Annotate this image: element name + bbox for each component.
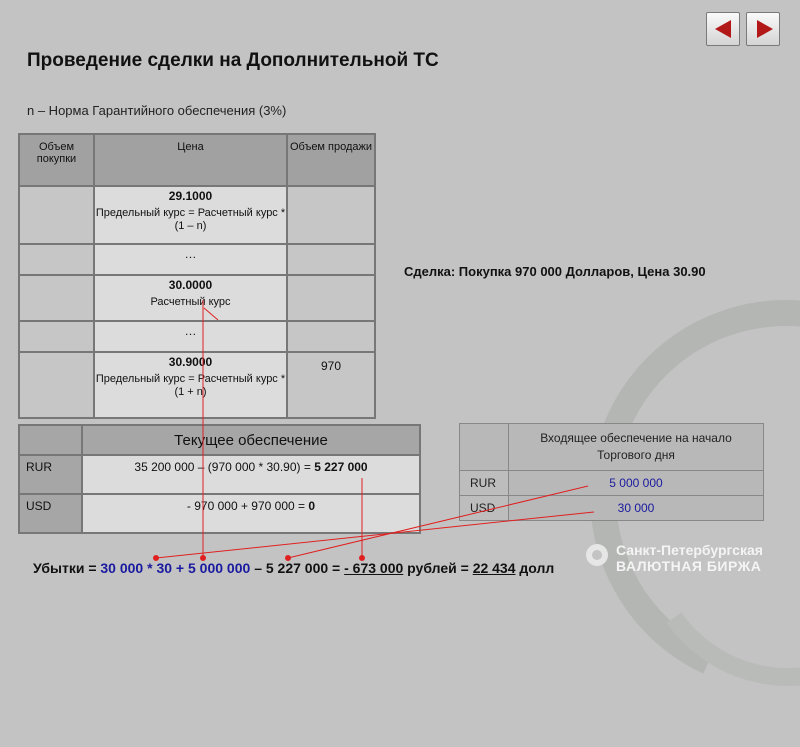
subtitle: n – Норма Гарантийного обеспечения (3%) — [27, 103, 287, 118]
current-collateral-title: Текущее обеспечение — [81, 424, 421, 456]
sell-volume-cell — [286, 320, 376, 353]
incoming-value: 30 000 — [508, 495, 764, 521]
order-book-table: Объем покупки Цена Объем продажи 29.1000… — [18, 133, 376, 419]
buy-volume-cell — [18, 243, 95, 276]
price-cell: 30.9000 Предельный курс = Расчетный курс… — [93, 351, 288, 419]
sell-volume-value: 970 — [320, 359, 342, 373]
incoming-collateral-title: Входящее обеспечение на начало Торгового… — [508, 423, 764, 471]
ellipsis-text: … — [184, 247, 197, 261]
price-cell: … — [93, 243, 288, 276]
next-slide-button[interactable] — [746, 12, 780, 46]
price-description: Предельный курс = Расчетный курс * (1 – … — [95, 207, 286, 232]
table-row: USD - 970 000 + 970 000 = 0 — [18, 493, 421, 534]
ellipsis-text: … — [184, 324, 197, 338]
price-description: Предельный курс = Расчетный курс * (1 + … — [95, 373, 286, 398]
formula-result: 0 — [308, 499, 316, 513]
exchange-logo-icon — [586, 544, 608, 566]
loss-formula: Убытки = 30 000 * 30 + 5 000 000 – 5 227… — [33, 560, 554, 576]
incoming-value: 5 000 000 — [508, 470, 764, 496]
current-collateral-table: Текущее обеспечение RUR 35 200 000 – (97… — [18, 424, 421, 534]
table-row: 30.0000 Расчетный курс — [18, 274, 376, 322]
currency-label: RUR — [18, 454, 83, 495]
loss-dollars: 22 434 — [472, 560, 516, 576]
loss-usd-collateral: 30 000 — [100, 560, 144, 576]
sell-volume-cell — [286, 243, 376, 276]
price-value: 30.9000 — [168, 355, 213, 369]
table-row: 29.1000 Предельный курс = Расчетный курс… — [18, 185, 376, 245]
next-arrow-icon — [757, 20, 773, 38]
corner-cell — [18, 424, 83, 456]
price-cell: 30.0000 Расчетный курс — [93, 274, 288, 322]
table-row: … — [18, 243, 376, 276]
loss-subtraction: – 5 227 000 = — [254, 560, 341, 576]
loss-prefix: Убытки = — [33, 560, 97, 576]
price-cell: 29.1000 Предельный курс = Расчетный курс… — [93, 185, 288, 245]
header-price: Цена — [93, 133, 288, 187]
table-header-row: Входящее обеспечение на начало Торгового… — [459, 423, 764, 471]
table-row: USD 30 000 — [459, 495, 764, 521]
table-row: RUR 35 200 000 – (970 000 * 30.90) = 5 2… — [18, 454, 421, 495]
exchange-name-line1: Санкт-Петербургская — [616, 542, 763, 558]
prev-arrow-icon — [715, 20, 731, 38]
table-row: 30.9000 Предельный курс = Расчетный курс… — [18, 351, 376, 419]
currency-label: RUR — [459, 470, 509, 496]
deal-description: Сделка: Покупка 970 000 Долларов, Цена 3… — [404, 264, 706, 279]
table-header-row: Текущее обеспечение — [18, 424, 421, 456]
price-value: 30.0000 — [168, 278, 213, 292]
loss-rub-collateral: 5 000 000 — [188, 560, 251, 576]
background-arc — [616, 366, 800, 710]
formula-result: 5 227 000 — [314, 460, 368, 474]
prev-slide-button[interactable] — [706, 12, 740, 46]
corner-cell — [459, 423, 509, 471]
currency-label: USD — [459, 495, 509, 521]
header-buy-volume: Объем покупки — [18, 133, 95, 187]
loss-rate: 30 — [156, 560, 173, 576]
loss-operator: + — [175, 560, 185, 576]
loss-dollars-unit: долл — [519, 560, 555, 576]
collateral-formula: - 970 000 + 970 000 = 0 — [81, 493, 421, 534]
table-header-row: Объем покупки Цена Объем продажи — [18, 133, 376, 187]
loss-operator: * — [147, 560, 153, 576]
collateral-formula: 35 200 000 – (970 000 * 30.90) = 5 227 0… — [81, 454, 421, 495]
table-row: RUR 5 000 000 — [459, 470, 764, 496]
loss-rubles-unit: рублей = — [407, 560, 469, 576]
sell-volume-cell: 970 — [286, 351, 376, 419]
price-cell: … — [93, 320, 288, 353]
sell-volume-cell — [286, 185, 376, 245]
exchange-name-line2: ВАЛЮТНАЯ БИРЖА — [616, 558, 762, 574]
formula-text: - 970 000 + 970 000 = — [186, 499, 306, 513]
table-row: … — [18, 320, 376, 353]
buy-volume-cell — [18, 185, 95, 245]
buy-volume-cell — [18, 320, 95, 353]
price-value: 29.1000 — [168, 189, 213, 203]
formula-text: 35 200 000 – (970 000 * 30.90) = — [134, 460, 311, 474]
currency-label: USD — [18, 493, 83, 534]
buy-volume-cell — [18, 351, 95, 419]
incoming-collateral-table: Входящее обеспечение на начало Торгового… — [459, 423, 764, 521]
sell-volume-cell — [286, 274, 376, 322]
header-sell-volume: Объем продажи — [286, 133, 376, 187]
page-title: Проведение сделки на Дополнительной ТС — [27, 50, 439, 71]
loss-rubles: - 673 000 — [344, 560, 404, 576]
buy-volume-cell — [18, 274, 95, 322]
price-description: Расчетный курс — [150, 296, 231, 308]
